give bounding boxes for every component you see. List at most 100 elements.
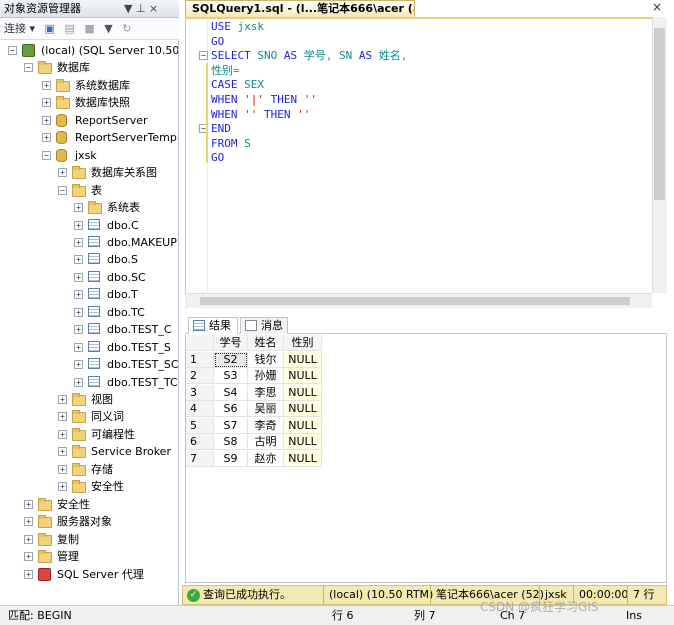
tree-node[interactable]: + dbo.TEST_C [0, 321, 178, 338]
expand-icon[interactable]: + [58, 412, 67, 422]
grid-cell[interactable]: NULL [284, 417, 322, 434]
grid-cell[interactable]: 孙姗 [248, 368, 284, 384]
grid-cell[interactable]: 李奇 [248, 417, 284, 434]
expand-icon[interactable]: + [58, 168, 67, 178]
tree-node[interactable]: + dbo.TC [0, 304, 178, 321]
grid-cell[interactable]: NULL [284, 401, 322, 417]
tree-node[interactable]: − (local) (SQL Server 10.50.16 [0, 42, 178, 59]
expand-icon[interactable]: + [74, 342, 83, 352]
results-grid[interactable]: 学号 姓名 性别 1 S2 钱尔 NULL 2 S3 孙姗 NULL 3 S4 李思 NULL 4 S6 吴丽 NU… [185, 335, 667, 583]
expand-icon[interactable]: + [58, 447, 67, 457]
tree-node[interactable]: + dbo.T [0, 286, 178, 303]
tree-node[interactable]: + dbo.TEST_S [0, 339, 178, 356]
tree-node[interactable]: + SQL Server 代理 [0, 566, 178, 583]
column-header[interactable]: 性别 [284, 335, 322, 351]
tree-node[interactable]: + dbo.C [0, 217, 178, 234]
collapse-icon[interactable]: − [58, 185, 67, 195]
collapse-icon[interactable]: − [8, 46, 17, 55]
expand-icon[interactable]: + [74, 377, 83, 387]
tree-node[interactable]: + 安全性 [0, 478, 178, 495]
query-editor[interactable]: − − USE jxsk GO SELECT SNO AS 学号, SN AS 姓名,… [185, 17, 667, 309]
tree-node[interactable]: + dbo.TEST_SC [0, 356, 178, 373]
tree-node[interactable]: + ReportServerTempD [0, 129, 178, 146]
tree-node[interactable]: + 系统表 [0, 199, 178, 216]
expand-icon[interactable]: + [74, 307, 83, 317]
tree-node[interactable]: + dbo.SC [0, 269, 178, 286]
tree-node[interactable]: + 系统数据库 [0, 77, 178, 94]
collapse-icon[interactable]: − [24, 63, 33, 73]
outline-collapse-icon[interactable]: − [199, 51, 208, 61]
tree-node[interactable]: + 存储 [0, 461, 178, 478]
tree-node[interactable]: + Service Broker [0, 443, 178, 460]
tree-node[interactable]: + dbo.TEST_TC [0, 374, 178, 391]
tree-node[interactable]: + dbo.S [0, 251, 178, 268]
grid-cell[interactable]: 李思 [248, 384, 284, 401]
grid-cell[interactable]: 赵亦 [248, 450, 284, 467]
tree-node[interactable]: + 数据库关系图 [0, 164, 178, 181]
refresh-icon[interactable]: ↻ [122, 18, 131, 39]
expand-icon[interactable]: + [74, 290, 83, 300]
grid-corner-header[interactable] [186, 335, 214, 351]
row-number[interactable]: 5 [186, 417, 214, 434]
connect-object-icon[interactable]: ▣ [45, 18, 55, 39]
expand-icon[interactable]: + [42, 133, 51, 143]
stop-icon[interactable]: ■ [84, 18, 94, 39]
grid-cell[interactable]: S9 [214, 450, 248, 467]
expand-icon[interactable]: + [74, 220, 83, 230]
expand-icon[interactable]: + [58, 464, 67, 474]
panel-window-controls[interactable]: ▼ ⊥ × [124, 0, 158, 17]
grid-cell[interactable]: S7 [214, 417, 248, 434]
expand-icon[interactable]: + [24, 552, 33, 562]
tree-node[interactable]: − jxsk [0, 147, 178, 164]
column-header[interactable]: 姓名 [248, 335, 284, 351]
tree-node[interactable]: + 数据库快照 [0, 94, 178, 111]
grid-cell[interactable]: S8 [214, 434, 248, 450]
expand-icon[interactable]: + [42, 115, 51, 125]
tree-node[interactable]: + 管理 [0, 548, 178, 565]
expand-icon[interactable]: + [42, 80, 51, 90]
grid-cell[interactable]: NULL [284, 384, 322, 401]
row-number[interactable]: 3 [186, 384, 214, 401]
expand-icon[interactable]: + [24, 534, 33, 544]
row-number[interactable]: 1 [186, 351, 214, 368]
tree-node[interactable]: + 服务器对象 [0, 513, 178, 530]
tree-node[interactable]: + 视图 [0, 391, 178, 408]
row-number[interactable]: 4 [186, 401, 214, 417]
expand-icon[interactable]: + [74, 237, 83, 247]
grid-cell[interactable]: S2 [214, 351, 248, 368]
tab-results[interactable]: 结果 [188, 317, 238, 334]
tree-node[interactable]: + 安全性 [0, 496, 178, 513]
connect-button[interactable]: 连接 ▾ [4, 18, 35, 39]
expand-icon[interactable]: + [24, 569, 33, 579]
grid-cell[interactable]: S4 [214, 384, 248, 401]
grid-cell[interactable]: NULL [284, 368, 322, 384]
grid-cell[interactable]: 吴丽 [248, 401, 284, 417]
tree-node[interactable]: + 同义词 [0, 408, 178, 425]
expand-icon[interactable]: + [74, 203, 83, 213]
grid-cell[interactable]: NULL [284, 434, 322, 450]
close-icon[interactable]: × [652, 0, 662, 14]
expand-icon[interactable]: + [74, 325, 83, 335]
editor-vertical-scroll-thumb[interactable] [654, 28, 665, 200]
expand-icon[interactable]: + [58, 482, 67, 492]
expand-icon[interactable]: + [74, 360, 83, 370]
editor-horizontal-scroll-thumb[interactable] [200, 297, 630, 305]
query-editor-tab[interactable]: SQLQuery1.sql - (l...笔记本666\acer (52))* [185, 0, 415, 17]
tree-node[interactable]: + 可编程性 [0, 426, 178, 443]
tab-messages[interactable]: 消息 [240, 317, 288, 334]
tree-node[interactable]: − 表 [0, 182, 178, 199]
expand-icon[interactable]: + [42, 98, 51, 108]
collapse-icon[interactable]: − [42, 150, 51, 160]
grid-cell[interactable]: NULL [284, 450, 322, 467]
grid-cell[interactable]: S3 [214, 368, 248, 384]
tree-node[interactable]: + ReportServer [0, 112, 178, 129]
grid-cell[interactable]: NULL [284, 351, 322, 368]
grid-cell[interactable]: 钱尔 [248, 351, 284, 368]
column-header[interactable]: 学号 [214, 335, 248, 351]
row-number[interactable]: 6 [186, 434, 214, 450]
expand-icon[interactable]: + [74, 272, 83, 282]
expand-icon[interactable]: + [74, 255, 83, 265]
row-number[interactable]: 2 [186, 368, 214, 384]
expand-icon[interactable]: + [58, 395, 67, 404]
tree-node[interactable]: + dbo.MAKEUP [0, 234, 178, 251]
